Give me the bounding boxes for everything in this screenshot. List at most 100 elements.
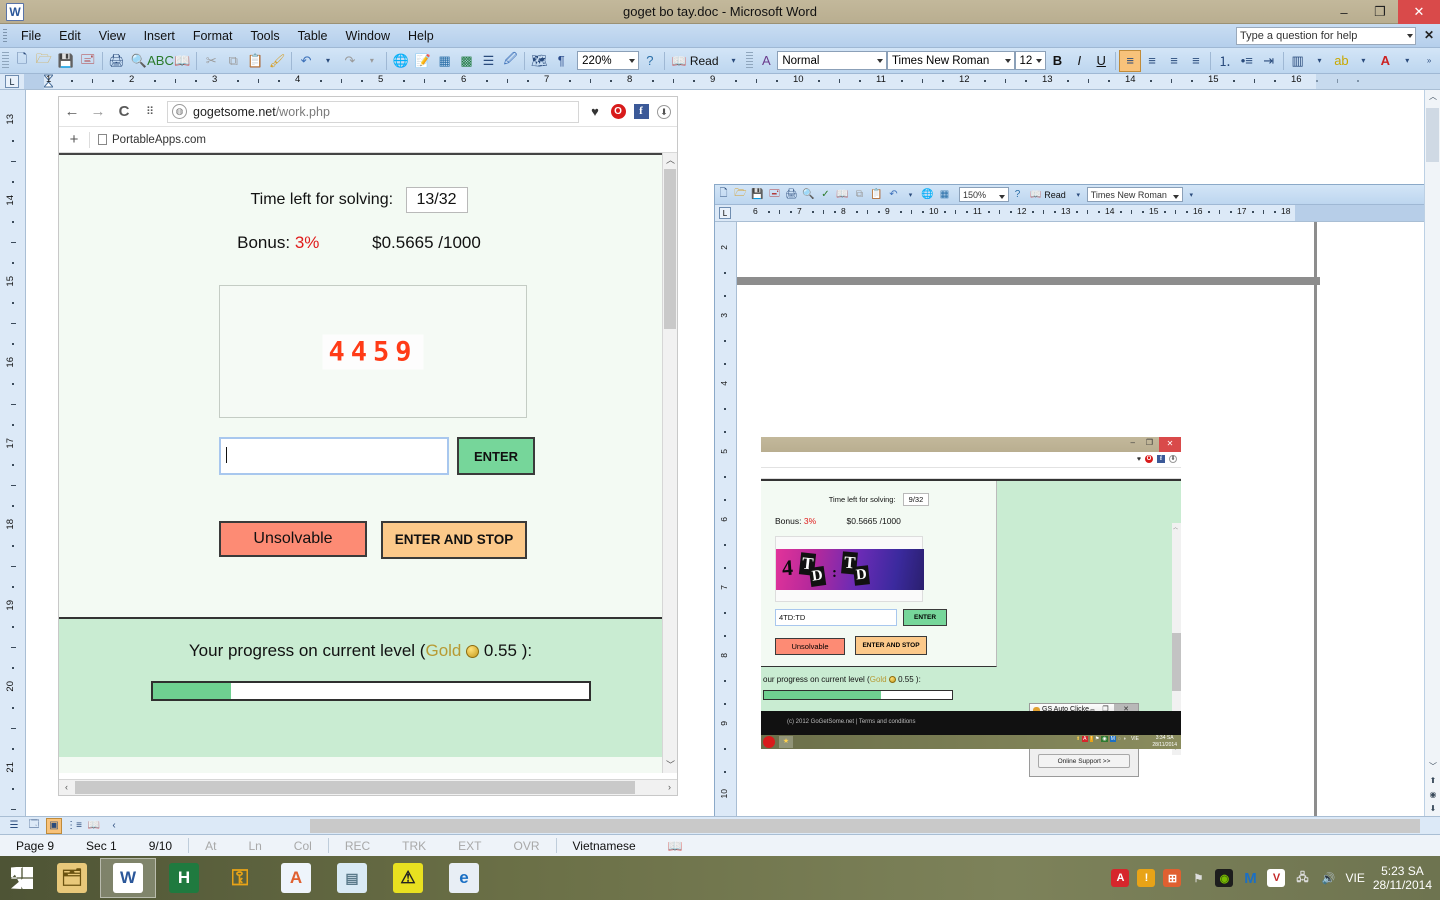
embedded-address-bar[interactable]: ♥ O f ⬇: [761, 452, 1181, 468]
menu-insert[interactable]: Insert: [135, 24, 184, 48]
new-tab-button[interactable]: +: [59, 131, 89, 148]
styles-formatting-icon[interactable]: A: [755, 50, 777, 72]
copy-icon[interactable]: ⧉: [851, 186, 868, 203]
scroll-down-icon[interactable]: ﹀: [663, 758, 678, 773]
font-combobox[interactable]: Times New Roman: [886, 51, 1015, 70]
style-combobox[interactable]: Normal: [777, 51, 887, 70]
redo-icon[interactable]: ↷: [339, 50, 361, 72]
help-icon[interactable]: ?: [1009, 186, 1026, 203]
address-bar[interactable]: ◍ gogetsome.net/work.php: [167, 100, 579, 123]
toolbar-overflow-icon[interactable]: ▾: [1070, 186, 1087, 203]
research-icon[interactable]: 📖: [834, 186, 851, 203]
menu-window[interactable]: Window: [337, 24, 399, 48]
columns-icon[interactable]: ☰: [477, 50, 499, 72]
taskbar-app-unikey[interactable]: H: [156, 858, 212, 898]
tray-nvidia-icon[interactable]: ◉: [1101, 736, 1108, 742]
taskbar-app-microsoft-word[interactable]: W: [100, 858, 156, 898]
opera-icon[interactable]: O: [608, 102, 628, 122]
download-icon[interactable]: ⬇: [654, 102, 674, 122]
print-layout-view-button[interactable]: ▣: [46, 817, 62, 834]
help-icon[interactable]: ?: [639, 50, 661, 72]
status-trk[interactable]: TRK: [386, 839, 442, 853]
word2-zoom-combobox[interactable]: 150%: [959, 187, 1009, 202]
back-icon[interactable]: ←: [59, 99, 85, 125]
utorrent-taskbar-icon[interactable]: ★: [779, 736, 793, 748]
print-icon[interactable]: 🖨: [783, 186, 800, 203]
tray-clock[interactable]: 5:23 SA 28/11/2014: [1373, 864, 1432, 892]
tray-volume-icon[interactable]: ◑: [1123, 736, 1126, 742]
formatting-overflow-icon[interactable]: »: [1418, 50, 1440, 72]
embedded-enter-button[interactable]: ENTER: [903, 609, 947, 626]
facebook-icon[interactable]: f: [631, 102, 651, 122]
document-scroll-thumb[interactable]: [1426, 108, 1439, 162]
spelling-status-icon[interactable]: 📖: [652, 839, 699, 853]
menu-format[interactable]: Format: [184, 24, 242, 48]
chevron-down-icon[interactable]: [628, 59, 635, 63]
taskbar-app-utorrent[interactable]: ⚠: [380, 858, 436, 898]
status-ext[interactable]: EXT: [442, 839, 497, 853]
vietkey-tray-icon[interactable]: V: [1267, 869, 1286, 887]
start-button[interactable]: [0, 856, 44, 900]
print-preview-icon[interactable]: 🔍: [800, 186, 817, 203]
insert-table-icon[interactable]: ▦: [434, 50, 456, 72]
drawing-icon[interactable]: 🖉: [499, 50, 521, 72]
embedded-scroll-thumb[interactable]: [1172, 633, 1181, 691]
bookmark-portableapps[interactable]: PortableApps.com: [90, 134, 214, 146]
print-icon[interactable]: 🖨: [106, 50, 128, 72]
tray-flag-icon[interactable]: ⚑: [1095, 736, 1099, 742]
word2-vertical-ruler[interactable]: 2 3 4 5 6 7 8 9 10: [715, 222, 737, 816]
document-vertical-scrollbar[interactable]: ︿ ﹀ ⬆ ◉ ⬇: [1424, 90, 1440, 816]
undo-icon[interactable]: ↶: [295, 50, 317, 72]
font-color-button[interactable]: A: [1374, 50, 1396, 72]
reload-icon[interactable]: C: [111, 99, 137, 125]
tab-selector-button[interactable]: L: [5, 75, 19, 88]
hscroll-thumb[interactable]: [75, 781, 635, 794]
scroll-up-icon[interactable]: ︿: [1173, 524, 1178, 531]
toolbar-grip-icon[interactable]: [2, 51, 9, 70]
normal-view-button[interactable]: ☰: [6, 818, 22, 834]
font-size-combobox[interactable]: 12: [1014, 51, 1047, 70]
insert-hyperlink-icon[interactable]: 🌐: [919, 186, 936, 203]
gsac-online-support-button[interactable]: Online Support >>: [1038, 754, 1130, 768]
font-color-dropdown-icon[interactable]: ▾: [1396, 50, 1418, 72]
spelling-grammar-icon[interactable]: ABC: [147, 50, 174, 72]
vertical-ruler[interactable]: 13 14 15 16 17 18 19 20 21: [0, 90, 26, 816]
tray-malwarebytes-icon[interactable]: M: [1109, 736, 1116, 742]
chevron-down-icon[interactable]: [1036, 59, 1043, 63]
underline-button[interactable]: U: [1090, 50, 1112, 72]
new-document-icon[interactable]: 🗋: [11, 50, 33, 72]
word2-horizontal-ruler[interactable]: L 6 7 8 9 10 11 12 13 14 15 16 17 18: [715, 205, 1440, 222]
outline-view-button[interactable]: ⋮≡: [66, 818, 82, 834]
horizontal-ruler[interactable]: L 1 2 3 4 5 6 7 8 9 10 11 12 13 14 15 16: [0, 74, 1440, 90]
tray-network-icon[interactable]: ◌: [1118, 736, 1121, 742]
chevron-down-icon[interactable]: [999, 195, 1005, 199]
avira-tray-icon[interactable]: A: [1111, 869, 1130, 887]
enter-button[interactable]: ENTER: [457, 437, 535, 475]
scroll-up-icon[interactable]: ︿: [663, 153, 678, 168]
flag-action-center-icon[interactable]: ⚑: [1189, 869, 1207, 887]
borders-dropdown-icon[interactable]: ▾: [1309, 50, 1331, 72]
status-rec[interactable]: REC: [329, 839, 386, 853]
network-tray-icon[interactable]: 🖧: [1293, 869, 1311, 887]
menu-table[interactable]: Table: [289, 24, 337, 48]
toolbar-overflow-icon[interactable]: ▾: [723, 50, 745, 72]
align-left-button[interactable]: ≡: [1119, 49, 1142, 72]
web-layout-view-button[interactable]: 🗔: [26, 818, 42, 834]
menu-help[interactable]: Help: [399, 24, 443, 48]
chevron-down-icon[interactable]: [1407, 34, 1413, 38]
tray-language[interactable]: VIE: [1345, 871, 1364, 885]
hscroll-left-icon[interactable]: ‹: [106, 818, 122, 834]
document-map-icon[interactable]: 🗺: [528, 50, 550, 72]
tray-idm-icon[interactable]: !: [1089, 736, 1093, 742]
idm-tray-icon[interactable]: !: [1137, 869, 1156, 887]
taskbar-app-internet-explorer[interactable]: e: [436, 858, 492, 898]
taskbar-app-file-explorer[interactable]: 🗂: [44, 858, 100, 898]
close-button[interactable]: ✕: [1398, 0, 1440, 24]
heart-icon[interactable]: ♥: [585, 102, 605, 122]
numbered-list-button[interactable]: ⒈: [1214, 50, 1236, 72]
taskbar-app-wordpad[interactable]: A: [268, 858, 324, 898]
menu-view[interactable]: View: [90, 24, 135, 48]
insert-table-icon[interactable]: ▦: [936, 186, 953, 203]
mail-recipient-icon[interactable]: 🖃: [766, 186, 783, 203]
new-document-icon[interactable]: 🗋: [715, 186, 732, 203]
